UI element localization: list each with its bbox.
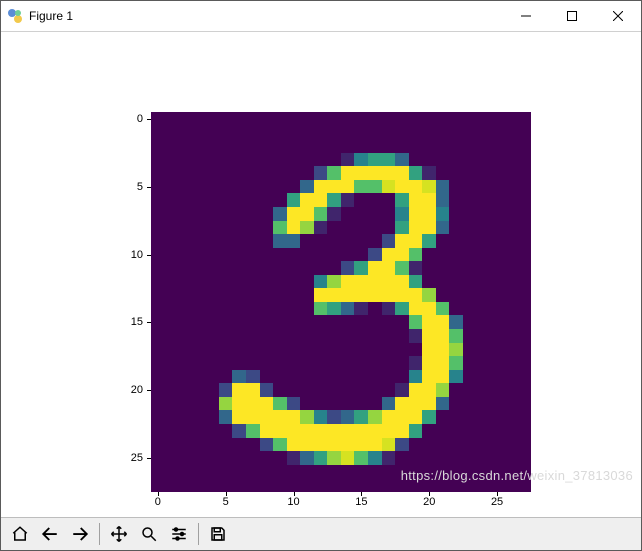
- minimize-button[interactable]: [503, 1, 549, 31]
- save-button[interactable]: [203, 519, 233, 549]
- y-tick-label: 10: [131, 249, 143, 261]
- figure-canvas[interactable]: 05101520250510152025 https://blog.csdn.n…: [1, 32, 641, 517]
- home-button[interactable]: [5, 519, 35, 549]
- maximize-button[interactable]: [549, 1, 595, 31]
- forward-button[interactable]: [65, 519, 95, 549]
- x-tick-label: 10: [287, 496, 299, 508]
- y-tick-label: 5: [137, 181, 143, 193]
- heatmap-axes: 05101520250510152025: [151, 112, 531, 492]
- x-tick-label: 0: [155, 496, 161, 508]
- y-tick-label: 25: [131, 452, 143, 464]
- zoom-button[interactable]: [134, 519, 164, 549]
- y-tick-label: 15: [131, 316, 143, 328]
- pan-button[interactable]: [104, 519, 134, 549]
- x-tick-label: 15: [355, 496, 367, 508]
- back-button[interactable]: [35, 519, 65, 549]
- figure-window: Figure 1 05101520250510152025 https://bl…: [0, 0, 642, 551]
- close-button[interactable]: [595, 1, 641, 31]
- x-tick-label: 20: [423, 496, 435, 508]
- nav-toolbar: [1, 517, 641, 550]
- toolbar-separator: [99, 523, 100, 545]
- y-tick-label: 0: [137, 113, 143, 125]
- x-tick-label: 5: [223, 496, 229, 508]
- titlebar: Figure 1: [1, 1, 641, 32]
- x-tick-label: 25: [491, 496, 503, 508]
- heatmap-image: [151, 112, 531, 492]
- window-title: Figure 1: [29, 9, 73, 23]
- configure-subplots-button[interactable]: [164, 519, 194, 549]
- toolbar-separator: [198, 523, 199, 545]
- app-icon: [7, 8, 23, 24]
- y-tick-label: 20: [131, 384, 143, 396]
